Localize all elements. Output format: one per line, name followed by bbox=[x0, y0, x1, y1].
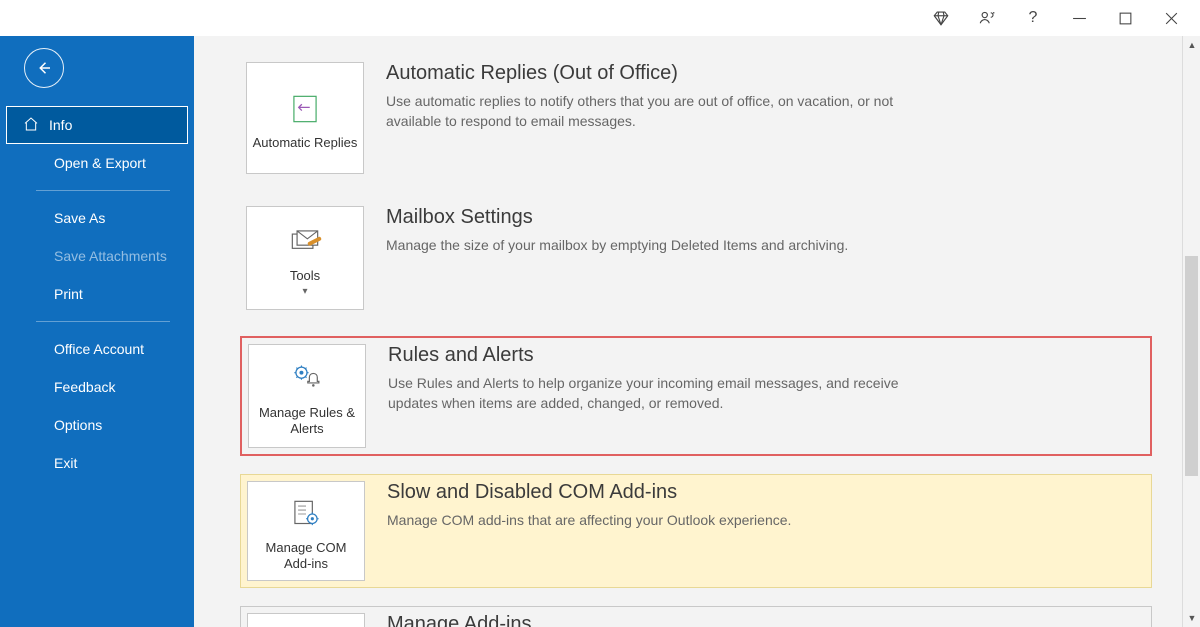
tile-label: Manage COM Add-ins bbox=[252, 540, 360, 573]
section-title: Slow and Disabled COM Add-ins bbox=[387, 481, 927, 504]
sidebar-item-office-account[interactable]: Office Account bbox=[0, 330, 194, 368]
tile-label: Tools bbox=[290, 268, 320, 284]
section-web-addins: Manage Add-ins Manage and acquire Web Ad… bbox=[240, 606, 1152, 627]
tile-manage-rules[interactable]: Manage Rules & Alerts bbox=[248, 344, 366, 448]
sidebar-item-label: Feedback bbox=[28, 379, 115, 395]
scroll-up-button[interactable]: ▲ bbox=[1183, 36, 1200, 54]
sidebar-divider bbox=[36, 321, 170, 322]
chevron-down-icon: ▾ bbox=[302, 286, 307, 299]
sidebar-item-label: Options bbox=[28, 417, 102, 433]
sidebar-divider bbox=[36, 190, 170, 191]
section-description: Manage COM add-ins that are affecting yo… bbox=[387, 510, 927, 530]
tile-label: Manage Rules & Alerts bbox=[253, 405, 361, 438]
sidebar-item-exit[interactable]: Exit bbox=[0, 444, 194, 482]
sidebar-item-label: Info bbox=[49, 117, 72, 133]
sidebar-item-label: Save Attachments bbox=[28, 248, 167, 264]
section-description: Manage the size of your mailbox by empty… bbox=[386, 235, 926, 255]
section-mailbox-settings: Tools ▾ Mailbox Settings Manage the size… bbox=[240, 200, 1152, 316]
tile-manage-com-addins[interactable]: Manage COM Add-ins bbox=[247, 481, 365, 581]
tile-automatic-replies[interactable]: Automatic Replies bbox=[246, 62, 364, 174]
section-title: Mailbox Settings bbox=[386, 206, 926, 229]
sidebar-item-options[interactable]: Options bbox=[0, 406, 194, 444]
window-titlebar: ? bbox=[0, 0, 1200, 36]
sidebar-item-label: Print bbox=[28, 286, 83, 302]
restore-button[interactable] bbox=[1102, 0, 1148, 36]
section-title: Automatic Replies (Out of Office) bbox=[386, 62, 926, 85]
sidebar-item-feedback[interactable]: Feedback bbox=[0, 368, 194, 406]
help-button[interactable]: ? bbox=[1010, 0, 1056, 36]
sidebar-item-open-export[interactable]: Open & Export bbox=[0, 144, 194, 182]
section-title: Rules and Alerts bbox=[388, 344, 928, 367]
minimize-button[interactable] bbox=[1056, 0, 1102, 36]
automatic-replies-icon bbox=[286, 87, 324, 131]
tools-icon bbox=[286, 220, 324, 264]
section-description: Use Rules and Alerts to help organize yo… bbox=[388, 373, 928, 414]
rules-alerts-icon bbox=[288, 357, 326, 401]
section-title: Manage Add-ins bbox=[387, 613, 927, 627]
info-scroll-area: Automatic Replies Automatic Replies (Out… bbox=[194, 36, 1182, 627]
sidebar-item-label: Open & Export bbox=[28, 155, 146, 171]
sidebar-item-label: Save As bbox=[28, 210, 105, 226]
tile-tools[interactable]: Tools ▾ bbox=[246, 206, 364, 310]
vertical-scrollbar[interactable]: ▲ ▼ bbox=[1182, 36, 1200, 627]
premium-icon[interactable] bbox=[918, 0, 964, 36]
sidebar-item-save-as[interactable]: Save As bbox=[0, 199, 194, 237]
sidebar-item-save-attachments: Save Attachments bbox=[0, 237, 194, 275]
scroll-down-button[interactable]: ▼ bbox=[1183, 609, 1200, 627]
section-rules-alerts: Manage Rules & Alerts Rules and Alerts U… bbox=[240, 336, 1152, 456]
com-addins-icon bbox=[287, 492, 325, 536]
sidebar-item-label: Exit bbox=[28, 455, 77, 471]
section-description: Use automatic replies to notify others t… bbox=[386, 91, 926, 132]
home-icon bbox=[23, 116, 39, 135]
scrollbar-thumb[interactable] bbox=[1185, 256, 1198, 476]
backstage-sidebar: Info Open & Export Save As Save Attachme… bbox=[0, 0, 194, 627]
section-automatic-replies: Automatic Replies Automatic Replies (Out… bbox=[240, 56, 1152, 180]
close-button[interactable] bbox=[1148, 0, 1194, 36]
section-com-addins: Manage COM Add-ins Slow and Disabled COM… bbox=[240, 474, 1152, 588]
sidebar-item-print[interactable]: Print bbox=[0, 275, 194, 313]
sidebar-item-info[interactable]: Info bbox=[6, 106, 188, 144]
back-button[interactable] bbox=[24, 48, 64, 88]
info-content-area: Automatic Replies Automatic Replies (Out… bbox=[194, 36, 1200, 627]
sidebar-item-label: Office Account bbox=[28, 341, 144, 357]
tile-manage-addins[interactable] bbox=[247, 613, 365, 627]
coming-soon-icon[interactable] bbox=[964, 0, 1010, 36]
tile-label: Automatic Replies bbox=[253, 135, 358, 151]
